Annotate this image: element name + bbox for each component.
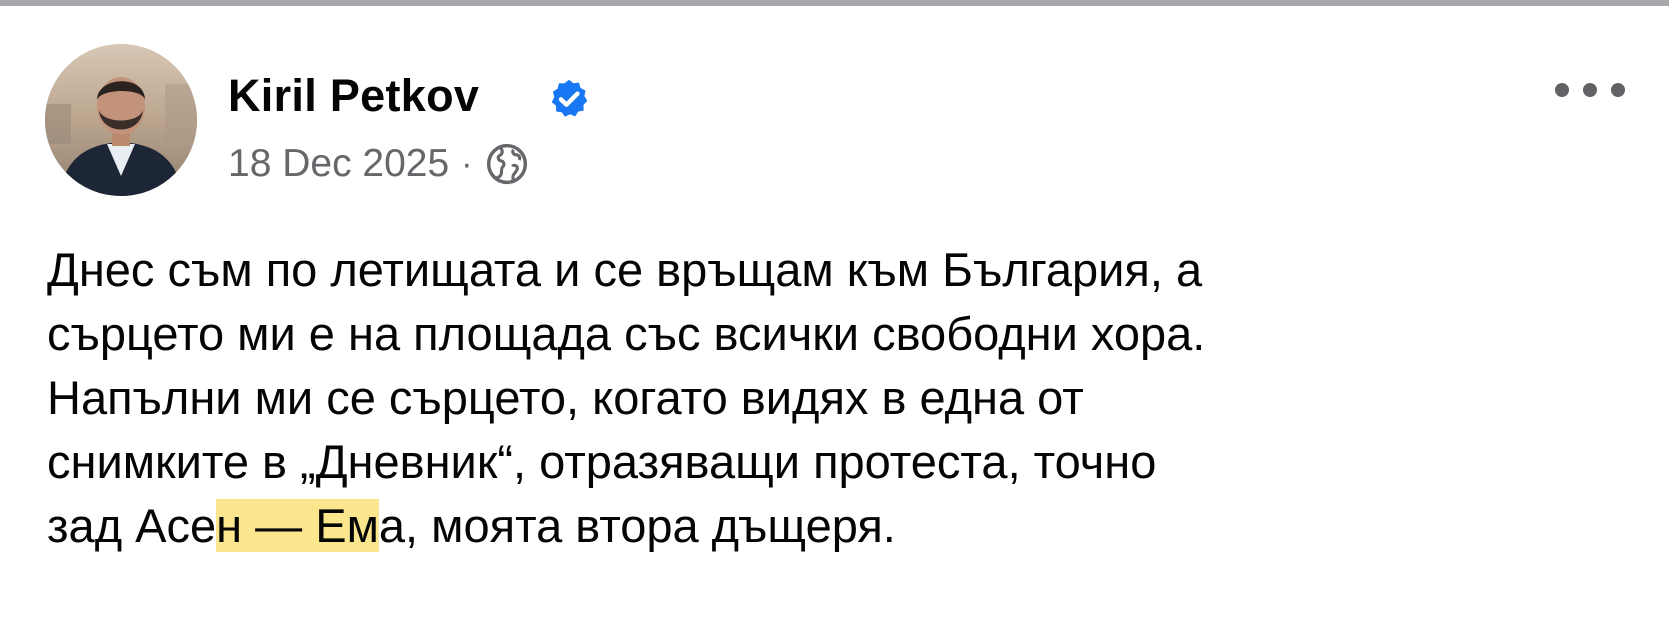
avatar-photo xyxy=(45,44,197,196)
post-text-line: зад Асен — Ема, моята втора дъщеря. xyxy=(47,499,896,552)
meta-separator: · xyxy=(461,144,473,183)
post-text-line: снимките в „Дневник“, отразяващи протест… xyxy=(47,435,1157,488)
more-dot-icon xyxy=(1555,83,1569,97)
more-options-button[interactable] xyxy=(1555,72,1625,108)
post-date[interactable]: 18 Dec 2025 xyxy=(228,142,449,186)
post-card: Kiril Petkov 18 Dec 2025 · Днес съм по л… xyxy=(0,6,1669,640)
post-text-line: Напълни ми се сърцето, когато видях в ед… xyxy=(47,371,1084,424)
post-meta: 18 Dec 2025 · xyxy=(228,140,529,188)
avatar[interactable] xyxy=(45,44,197,196)
verified-badge-icon xyxy=(551,79,588,117)
more-dot-icon xyxy=(1583,83,1597,97)
post-text-line: Днес съм по летищата и се връщам към Бъл… xyxy=(47,243,1203,296)
globe-icon[interactable] xyxy=(485,142,529,186)
text-highlight: н — Ем xyxy=(216,499,379,552)
author-name[interactable]: Kiril Petkov xyxy=(228,70,479,122)
post-text-line: сърцето ми е на площада със всички свобо… xyxy=(47,307,1206,360)
post-text: Днес съм по летищата и се връщам към Бъл… xyxy=(47,238,1647,558)
more-dot-icon xyxy=(1611,83,1625,97)
